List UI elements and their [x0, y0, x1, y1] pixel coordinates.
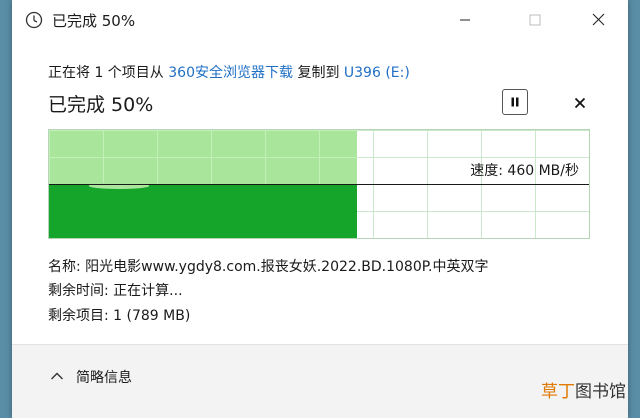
current-speed-line — [49, 184, 589, 185]
chevron-up-icon — [50, 369, 64, 385]
items-remaining: 剩余项目: 1 (789 MB) — [48, 308, 191, 324]
cancel-icon — [574, 94, 586, 113]
source-folder-link[interactable]: 360安全浏览器下载 — [168, 65, 293, 81]
progress-heading: 已完成 50% — [48, 94, 154, 116]
maximize-icon — [529, 11, 541, 30]
pause-icon — [509, 93, 521, 112]
less-details-label: 简略信息 — [76, 370, 132, 386]
cancel-button[interactable] — [568, 91, 592, 115]
copy-progress-icon — [25, 11, 43, 29]
title-bar: 已完成 50% — [12, 0, 628, 40]
less-details-button[interactable]: 简略信息 — [50, 367, 132, 387]
window-title: 已完成 50% — [52, 12, 136, 30]
speed-label: 速度: 460 MB/秒 — [470, 163, 579, 179]
watermark-text-a: 草丁 — [541, 382, 575, 402]
transfer-speed-graph: 速度: 460 MB/秒 — [48, 129, 590, 239]
close-icon — [592, 11, 605, 30]
speed-area — [49, 184, 357, 238]
time-remaining: 剩余时间: 正在计算... — [48, 283, 183, 299]
copy-description: 正在将 1 个项目从 360安全浏览器下载 复制到 U396 (E:) — [48, 62, 410, 82]
watermark: 草丁图书馆 — [541, 377, 626, 402]
file-name: 名称: 阳光电影www.ygdy8.com.报丧女妖.2022.BD.1080P… — [48, 259, 489, 275]
close-button[interactable] — [575, 0, 621, 40]
copy-progress-dialog: 已完成 50% 正在将 1 个项目从 360安全浏览器下载 复制到 U396 (… — [12, 0, 628, 418]
destination-drive-link[interactable]: U396 (E:) — [344, 65, 410, 81]
maximize-button[interactable] — [512, 0, 558, 40]
dialog-footer: 简略信息 — [12, 344, 628, 418]
watermark-text-b: 图书馆 — [575, 382, 626, 402]
minimize-button[interactable] — [442, 0, 488, 40]
copy-middle-text: 复制到 — [293, 65, 344, 81]
minimize-icon — [459, 11, 471, 30]
pause-button[interactable] — [502, 89, 528, 115]
copy-prefix-text: 正在将 1 个项目从 — [48, 65, 169, 81]
